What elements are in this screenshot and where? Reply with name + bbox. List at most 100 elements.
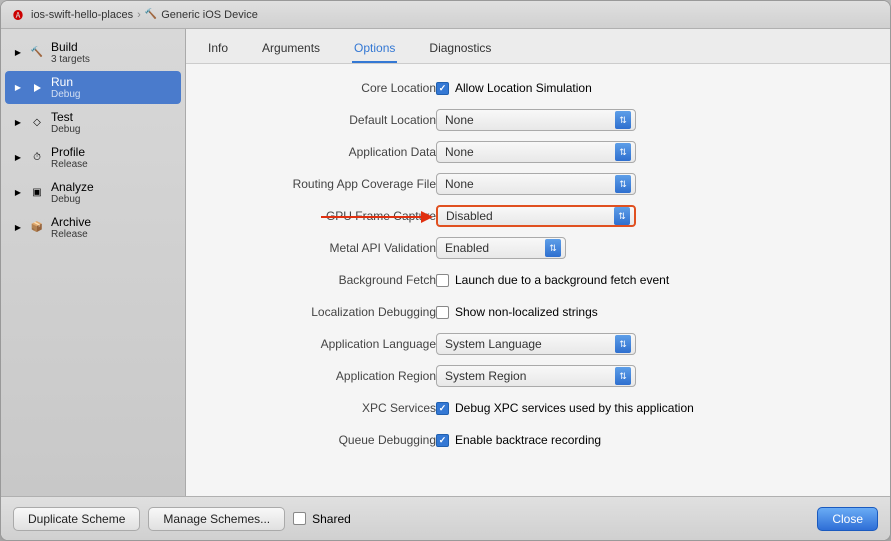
xpc-checkbox-area: Debug XPC services used by this applicat… [436, 401, 694, 415]
localization-debug-row: Localization Debugging Show non-localize… [206, 300, 870, 324]
default-location-label: Default Location [206, 113, 436, 127]
core-location-label: Core Location [206, 81, 436, 95]
gpu-frame-capture-select[interactable]: Disabled ⇅ [436, 205, 636, 227]
xpc-services-row: XPC Services Debug XPC services used by … [206, 396, 870, 420]
region-arrows-icon: ⇅ [615, 367, 631, 385]
device-icon: 🔨 [145, 9, 157, 20]
titlebar: 🅐 ios-swift-hello-places › 🔨 Generic iOS… [1, 1, 890, 29]
localization-debug-label: Localization Debugging [206, 305, 436, 319]
application-data-select[interactable]: None ⇅ [436, 141, 636, 163]
default-location-control: None ⇅ [436, 109, 870, 131]
localization-debug-control: Show non-localized strings [436, 305, 870, 319]
tab-arguments[interactable]: Arguments [260, 37, 322, 63]
test-arrow-icon: ▶ [13, 118, 23, 128]
queue-debug-checkbox-area: Enable backtrace recording [436, 433, 601, 447]
app-region-control: System Region ⇅ [436, 365, 870, 387]
xcode-icon: 🅐 [11, 8, 25, 22]
run-sub: Debug [51, 89, 80, 100]
run-name: Run [51, 75, 80, 89]
localization-debug-cb-label: Show non-localized strings [455, 305, 598, 319]
tab-info[interactable]: Info [206, 37, 230, 63]
routing-coverage-row: Routing App Coverage File None ⇅ [206, 172, 870, 196]
shared-area: Shared [293, 512, 351, 526]
tab-options[interactable]: Options [352, 37, 397, 63]
breadcrumb: ios-swift-hello-places › 🔨 Generic iOS D… [31, 9, 258, 21]
analyze-sub: Debug [51, 194, 94, 205]
tab-diagnostics[interactable]: Diagnostics [427, 37, 493, 63]
background-fetch-checkbox[interactable] [436, 274, 449, 287]
app-region-select[interactable]: System Region ⇅ [436, 365, 636, 387]
build-name: Build [51, 40, 90, 54]
xpc-services-label: XPC Services [206, 401, 436, 415]
app-region-row: Application Region System Region ⇅ [206, 364, 870, 388]
xpc-services-control: Debug XPC services used by this applicat… [436, 401, 870, 415]
red-arrow-annotation [311, 205, 441, 229]
device-name: Generic iOS Device [161, 9, 258, 21]
archive-name: Archive [51, 215, 91, 229]
core-location-control: Allow Location Simulation [436, 81, 870, 95]
scheme-editor-dialog: 🅐 ios-swift-hello-places › 🔨 Generic iOS… [0, 0, 891, 541]
run-arrow-icon: ▶ [13, 83, 23, 93]
close-button[interactable]: Close [817, 507, 878, 531]
profile-sub: Release [51, 159, 88, 170]
sidebar-item-build[interactable]: ▶ 🔨 Build 3 targets [5, 36, 181, 69]
queue-debug-row: Queue Debugging Enable backtrace recordi… [206, 428, 870, 452]
archive-text: Archive Release [51, 215, 91, 240]
build-text: Build 3 targets [51, 40, 90, 65]
breadcrumb-sep: › [137, 9, 141, 21]
test-sub: Debug [51, 124, 80, 135]
metal-api-select[interactable]: Enabled ⇅ [436, 237, 566, 259]
gpu-frame-capture-control: Disabled ⇅ [436, 205, 870, 227]
localization-debug-checkbox[interactable] [436, 306, 449, 319]
shared-label: Shared [312, 512, 351, 526]
sidebar-item-analyze[interactable]: ▶ ▣ Analyze Debug [5, 176, 181, 209]
queue-debug-checkbox[interactable] [436, 434, 449, 447]
content-panel: Info Arguments Options Diagnostics Core … [186, 29, 890, 496]
routing-arrows-icon: ⇅ [615, 175, 631, 193]
metal-arrows-icon: ⇅ [545, 239, 561, 257]
queue-debug-cb-label: Enable backtrace recording [455, 433, 601, 447]
routing-coverage-select[interactable]: None ⇅ [436, 173, 636, 195]
xpc-services-checkbox[interactable] [436, 402, 449, 415]
profile-text: Profile Release [51, 145, 88, 170]
build-icon: 🔨 [29, 45, 45, 61]
application-data-value: None [445, 145, 615, 159]
test-icon: ◇ [29, 115, 45, 131]
metal-api-row: Metal API Validation Enabled ⇅ [206, 236, 870, 260]
background-fetch-checkbox-area: Launch due to a background fetch event [436, 273, 669, 287]
analyze-text: Analyze Debug [51, 180, 94, 205]
app-language-select[interactable]: System Language ⇅ [436, 333, 636, 355]
background-fetch-cb-label: Launch due to a background fetch event [455, 273, 669, 287]
sidebar-item-archive[interactable]: ▶ 📦 Archive Release [5, 211, 181, 244]
queue-debug-control: Enable backtrace recording [436, 433, 870, 447]
core-location-row: Core Location Allow Location Simulation [206, 76, 870, 100]
routing-coverage-value: None [445, 177, 615, 191]
localization-debug-checkbox-area: Show non-localized strings [436, 305, 598, 319]
default-location-value: None [445, 113, 615, 127]
app-region-label: Application Region [206, 369, 436, 383]
allow-location-checkbox-area: Allow Location Simulation [436, 81, 592, 95]
application-data-control: None ⇅ [436, 141, 870, 163]
manage-schemes-button[interactable]: Manage Schemes... [148, 507, 285, 531]
app-language-value: System Language [445, 337, 615, 351]
background-fetch-label: Background Fetch [206, 273, 436, 287]
duplicate-scheme-button[interactable]: Duplicate Scheme [13, 507, 140, 531]
profile-icon: ⏱ [29, 150, 45, 166]
main-area: ▶ 🔨 Build 3 targets ▶ Run Debug ▶ [1, 29, 890, 496]
xpc-services-cb-label: Debug XPC services used by this applicat… [455, 401, 694, 415]
app-language-control: System Language ⇅ [436, 333, 870, 355]
archive-icon: 📦 [29, 220, 45, 236]
app-data-arrows-icon: ⇅ [615, 143, 631, 161]
shared-checkbox[interactable] [293, 512, 306, 525]
archive-sub: Release [51, 229, 91, 240]
select-arrows-icon: ⇅ [615, 111, 631, 129]
gpu-arrows-icon: ⇅ [614, 207, 630, 225]
background-fetch-row: Background Fetch Launch due to a backgro… [206, 268, 870, 292]
test-text: Test Debug [51, 110, 80, 135]
default-location-select[interactable]: None ⇅ [436, 109, 636, 131]
sidebar-item-profile[interactable]: ▶ ⏱ Profile Release [5, 141, 181, 174]
sidebar-item-test[interactable]: ▶ ◇ Test Debug [5, 106, 181, 139]
app-language-row: Application Language System Language ⇅ [206, 332, 870, 356]
allow-location-checkbox[interactable] [436, 82, 449, 95]
sidebar-item-run[interactable]: ▶ Run Debug [5, 71, 181, 104]
